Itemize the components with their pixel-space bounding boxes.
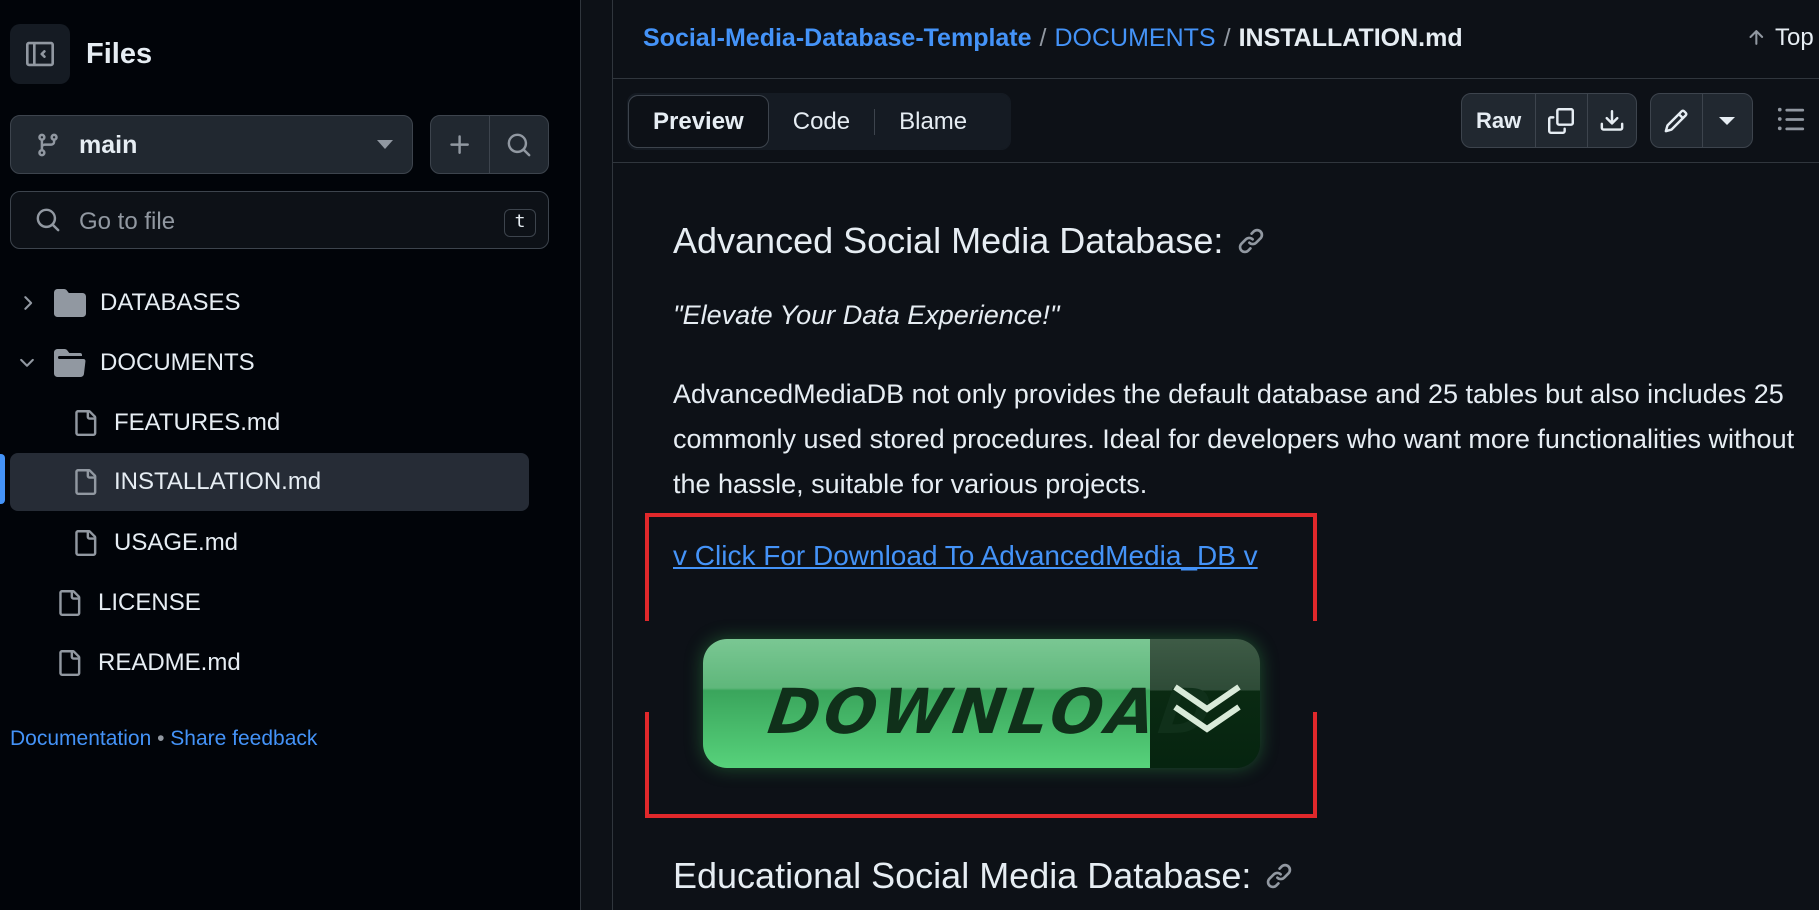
breadcrumb: Social-Media-Database-Template / DOCUMENTS… xyxy=(643,24,1463,53)
documentation-link[interactable]: Documentation xyxy=(10,727,151,750)
file-icon xyxy=(75,530,97,556)
tree-item-databases[interactable]: DATABASES xyxy=(14,275,554,331)
chevron-right-icon xyxy=(24,296,33,310)
description-paragraph: AdvancedMediaDB not only provides the de… xyxy=(673,379,1795,499)
file-viewer: Social-Media-Database-Template / DOCUMENTS… xyxy=(612,0,1819,910)
tab-blame[interactable]: Blame xyxy=(875,95,991,148)
download-icon xyxy=(1600,109,1624,131)
sidebar-footer: Documentation • Share feedback xyxy=(10,727,317,751)
folder-icon xyxy=(54,289,86,317)
plus-icon xyxy=(450,134,469,154)
view-mode-tabs: Preview Code Blame xyxy=(627,93,1011,150)
triangle-down-icon xyxy=(1719,116,1736,125)
chevron-down-icon xyxy=(20,358,34,367)
tree-item-documents[interactable]: DOCUMENTS xyxy=(14,335,554,391)
heading-text: Educational Social Media Database: xyxy=(673,855,1252,896)
download-raw-button[interactable] xyxy=(1586,94,1636,147)
list-unordered-icon xyxy=(1777,107,1805,131)
breadcrumb-separator: / xyxy=(1223,24,1231,52)
sidebar-title: Files xyxy=(86,38,153,70)
search-code-button[interactable] xyxy=(490,116,548,173)
copy-icon xyxy=(1548,107,1575,134)
divider xyxy=(613,78,1819,79)
divider xyxy=(613,162,1819,163)
keyboard-shortcut-badge: t xyxy=(504,209,536,237)
tree-item-usage[interactable]: USAGE.md xyxy=(72,515,542,571)
double-chevron-down-icon xyxy=(1173,684,1241,733)
tree-item-installation[interactable]: INSTALLATION.md xyxy=(10,453,529,511)
breadcrumb-current-file: INSTALLATION.md xyxy=(1238,24,1463,52)
raw-button[interactable]: Raw xyxy=(1462,94,1535,147)
git-branch-icon xyxy=(35,131,61,159)
download-button-image[interactable]: DOWNLOAD xyxy=(703,639,1260,768)
branch-name: main xyxy=(79,131,138,159)
footer-separator: • xyxy=(157,727,165,750)
tagline-quote: "Elevate Your Data Experience!" xyxy=(673,300,1060,330)
copy-raw-button[interactable] xyxy=(1535,94,1586,147)
chevron-down-icon xyxy=(377,140,393,149)
tree-item-features[interactable]: FEATURES.md xyxy=(72,395,542,451)
share-feedback-link[interactable]: Share feedback xyxy=(170,727,317,750)
heading-text: Advanced Social Media Database: xyxy=(673,220,1224,261)
file-actions-group xyxy=(430,115,549,174)
sidebar-collapse-icon xyxy=(26,41,54,67)
tree-item-label: USAGE.md xyxy=(114,529,239,556)
folder-open-icon xyxy=(54,349,86,377)
tree-item-license[interactable]: LICENSE xyxy=(56,575,536,631)
edit-actions-group xyxy=(1650,93,1753,148)
file-icon xyxy=(59,650,81,676)
top-button[interactable]: Top xyxy=(1745,24,1814,52)
breadcrumb-folder-link[interactable]: DOCUMENTS xyxy=(1055,24,1216,52)
tree-item-label: INSTALLATION.md xyxy=(114,468,322,495)
tree-item-label: FEATURES.md xyxy=(114,409,281,436)
edit-file-button[interactable] xyxy=(1651,94,1702,147)
pencil-icon xyxy=(1665,108,1688,132)
collapse-sidebar-button[interactable] xyxy=(10,24,70,84)
branch-selector[interactable]: main xyxy=(10,115,413,174)
tree-item-label: DATABASES xyxy=(100,289,241,316)
outline-button[interactable] xyxy=(1776,104,1806,134)
edit-options-dropdown[interactable] xyxy=(1701,94,1752,147)
download-link[interactable]: v Click For Download To AdvancedMedia_DB… xyxy=(673,540,1258,572)
tree-item-readme[interactable]: README.md xyxy=(56,635,536,691)
breadcrumb-separator: / xyxy=(1039,24,1047,52)
tree-item-label: LICENSE xyxy=(98,589,201,616)
heading-advanced: Advanced Social Media Database: xyxy=(673,220,1265,262)
link-icon[interactable] xyxy=(1237,227,1265,255)
download-button-text: DOWNLOAD xyxy=(763,675,1221,748)
breadcrumb-repo-link[interactable]: Social-Media-Database-Template xyxy=(643,24,1032,52)
file-icon xyxy=(75,410,97,436)
add-file-button[interactable] xyxy=(431,116,490,173)
tab-preview[interactable]: Preview xyxy=(628,95,769,148)
search-icon xyxy=(507,133,531,156)
file-icon xyxy=(59,590,81,616)
search-icon xyxy=(35,207,61,233)
go-to-file-placeholder: Go to file xyxy=(79,208,176,235)
arrow-up-icon xyxy=(1749,30,1764,45)
tree-item-label: README.md xyxy=(98,649,241,676)
heading-educational: Educational Social Media Database: xyxy=(673,855,1293,897)
tab-code[interactable]: Code xyxy=(769,95,874,148)
link-icon[interactable] xyxy=(1265,862,1293,890)
go-to-file-input[interactable]: Go to file t xyxy=(10,191,549,249)
file-sidebar: Files main Go to file t DATABASES DOCUME… xyxy=(0,0,581,910)
selected-indicator xyxy=(0,454,5,504)
top-label: Top xyxy=(1775,24,1814,51)
tree-item-label: DOCUMENTS xyxy=(100,349,255,376)
file-icon xyxy=(75,469,97,495)
raw-actions-group: Raw xyxy=(1461,93,1637,148)
